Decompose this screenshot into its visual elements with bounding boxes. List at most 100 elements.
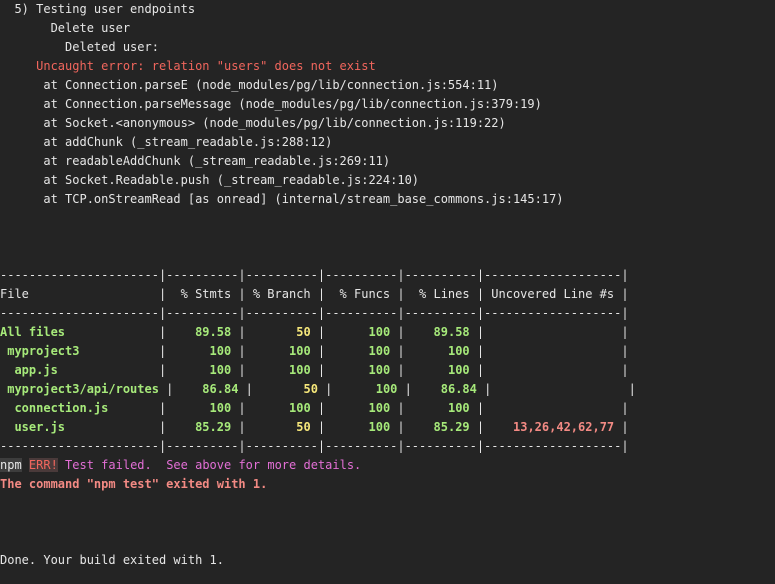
column-separator: | <box>231 344 246 358</box>
coverage-row: myproject3 | 100 | 100 | 100 | 100 | | <box>0 342 629 361</box>
column-separator: | <box>469 344 485 358</box>
coverage-row: connection.js | 100 | 100 | 100 | 100 | … <box>0 399 629 418</box>
coverage-uncovered-lines: 13,26,42,62,77 <box>484 420 615 434</box>
column-separator: | <box>231 401 246 415</box>
column-separator: | <box>390 325 405 339</box>
coverage-funcs: 100 <box>325 363 391 377</box>
coverage-funcs: 100 <box>325 325 391 339</box>
it-line: Deleted user: <box>0 40 159 54</box>
npm-tag: npm <box>0 458 22 472</box>
coverage-branch: 100 <box>245 401 311 415</box>
test-heading: 5) Testing user endpoints <box>0 2 196 16</box>
coverage-branch: 100 <box>245 363 311 377</box>
column-separator: | <box>390 401 405 415</box>
column-separator: | <box>390 420 405 434</box>
column-separator: | <box>614 344 629 358</box>
coverage-stmts: 100 <box>166 363 232 377</box>
column-separator: | <box>238 382 253 396</box>
coverage-stmts: 100 <box>166 401 232 415</box>
coverage-file-name: user.js <box>0 420 152 434</box>
coverage-row: app.js | 100 | 100 | 100 | 100 | | <box>0 361 629 380</box>
column-separator: | <box>310 401 326 415</box>
column-separator: | <box>614 420 629 434</box>
coverage-funcs: 100 <box>325 401 391 415</box>
coverage-row: myproject3/api/routes | 86.84 | 50 | 100… <box>0 380 636 399</box>
column-separator: | <box>231 363 246 377</box>
column-separator: | <box>310 363 326 377</box>
column-separator: | <box>310 325 326 339</box>
column-separator: | <box>469 401 485 415</box>
coverage-branch: 50 <box>245 420 311 434</box>
column-separator: | <box>151 325 167 339</box>
coverage-file-name: myproject3/api/routes <box>0 382 159 396</box>
npm-error-message: Test failed. See above for more details. <box>57 458 362 472</box>
column-separator: | <box>310 344 326 358</box>
column-separator: | <box>151 363 167 377</box>
column-separator: | <box>476 382 492 396</box>
coverage-stmts: 89.58 <box>166 325 232 339</box>
column-separator: | <box>151 401 167 415</box>
column-separator: | <box>614 363 629 377</box>
coverage-file-name: connection.js <box>0 401 152 415</box>
stack-line: at TCP.onStreamRead [as onread] (interna… <box>0 192 564 206</box>
err-tag: ERR! <box>28 458 58 472</box>
coverage-uncovered-lines <box>491 382 621 396</box>
column-separator: | <box>469 420 485 434</box>
coverage-lines: 86.84 <box>411 382 477 396</box>
coverage-header: File | % Stmts | % Branch | % Funcs | % … <box>0 287 629 301</box>
column-separator: | <box>158 382 174 396</box>
stack-line: at Socket.Readable.push (_stream_readabl… <box>0 173 420 187</box>
column-separator: | <box>151 420 167 434</box>
coverage-branch: 100 <box>245 344 311 358</box>
column-separator: | <box>469 363 485 377</box>
describe-line: Delete user <box>0 21 131 35</box>
stack-line: at Connection.parseE (node_modules/pg/li… <box>0 78 499 92</box>
column-separator: | <box>310 420 326 434</box>
coverage-file-name: All files <box>0 325 152 339</box>
coverage-lines: 100 <box>404 344 470 358</box>
coverage-branch: 50 <box>252 382 318 396</box>
stack-line: at Socket.<anonymous> (node_modules/pg/l… <box>0 116 506 130</box>
build-done-line: Done. Your build exited with 1. <box>0 553 224 567</box>
coverage-lines: 85.29 <box>404 420 470 434</box>
coverage-row: All files | 89.58 | 50 | 100 | 89.58 | | <box>0 323 629 342</box>
column-separator: | <box>151 344 167 358</box>
coverage-uncovered-lines <box>484 325 614 339</box>
coverage-funcs: 100 <box>332 382 398 396</box>
terminal-output: 5) Testing user endpoints Delete user De… <box>0 0 775 584</box>
coverage-lines: 100 <box>404 363 470 377</box>
column-separator: | <box>397 382 412 396</box>
command-failed-line: The command "npm test" exited with 1. <box>0 477 268 491</box>
coverage-separator-top: ----------------------|----------|------… <box>0 268 629 282</box>
stack-line: at Connection.parseMessage (node_modules… <box>0 97 542 111</box>
column-separator: | <box>614 401 629 415</box>
npm-error-line: npm ERR! Test failed. See above for more… <box>0 456 361 475</box>
coverage-row: user.js | 85.29 | 50 | 100 | 85.29 | 13,… <box>0 418 629 437</box>
coverage-stmts: 85.29 <box>166 420 232 434</box>
coverage-stmts: 86.84 <box>173 382 239 396</box>
coverage-lines: 100 <box>404 401 470 415</box>
stack-line: at readableAddChunk (_stream_readable.js… <box>0 154 391 168</box>
column-separator: | <box>469 325 485 339</box>
column-separator: | <box>317 382 333 396</box>
coverage-file-name: myproject3 <box>0 344 152 358</box>
coverage-separator-bottom: ----------------------|----------|------… <box>0 439 629 453</box>
coverage-branch: 50 <box>245 325 311 339</box>
column-separator: | <box>231 325 246 339</box>
coverage-stmts: 100 <box>166 344 232 358</box>
coverage-separator-mid: ----------------------|----------|------… <box>0 306 629 320</box>
column-separator: | <box>614 325 629 339</box>
coverage-uncovered-lines <box>484 344 614 358</box>
stack-line: at addChunk (_stream_readable.js:288:12) <box>0 135 333 149</box>
coverage-uncovered-lines <box>484 401 614 415</box>
coverage-lines: 89.58 <box>404 325 470 339</box>
error-message: Uncaught error: relation "users" does no… <box>0 59 376 73</box>
column-separator: | <box>390 344 405 358</box>
coverage-uncovered-lines <box>484 363 614 377</box>
column-separator: | <box>390 363 405 377</box>
column-separator: | <box>621 382 636 396</box>
coverage-funcs: 100 <box>325 420 391 434</box>
coverage-funcs: 100 <box>325 344 391 358</box>
coverage-file-name: app.js <box>0 363 152 377</box>
column-separator: | <box>231 420 246 434</box>
